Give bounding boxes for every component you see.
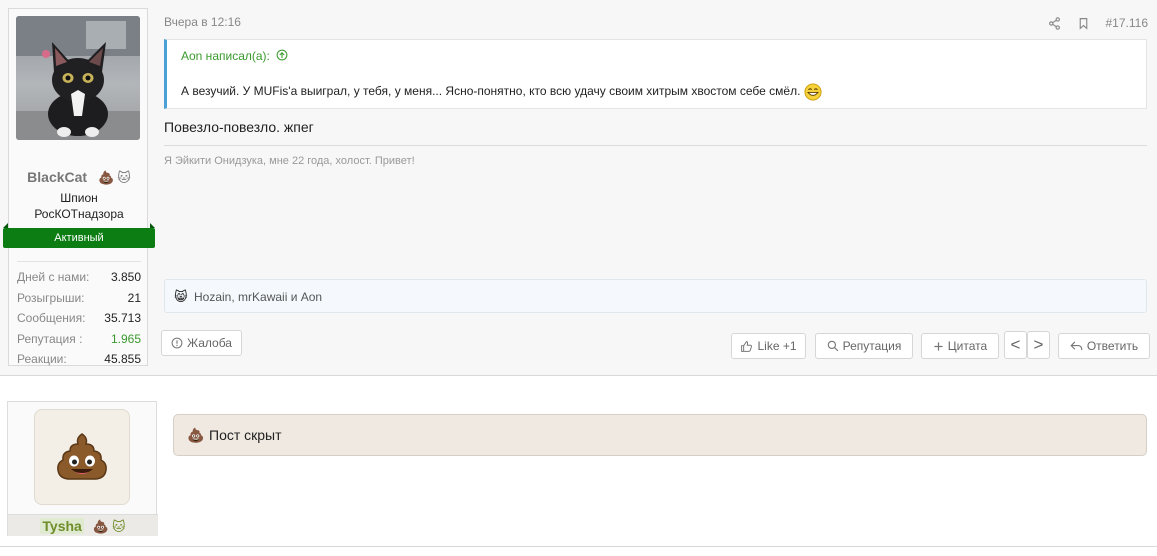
avatar[interactable] bbox=[16, 16, 140, 140]
bookmark-icon[interactable] bbox=[1077, 17, 1090, 30]
like-button[interactable]: Like +1 bbox=[731, 333, 806, 359]
post-number[interactable]: #17.116 bbox=[1106, 16, 1149, 30]
reply-button[interactable]: Ответить bbox=[1058, 333, 1150, 359]
quote-author: Aon написал(а): bbox=[181, 49, 270, 63]
laughing-smiley-icon bbox=[804, 83, 822, 101]
avatar-2[interactable] bbox=[34, 409, 130, 505]
like-label: Like +1 bbox=[757, 339, 797, 353]
report-button[interactable]: Жалоба bbox=[161, 330, 242, 356]
reply-label: Ответить bbox=[1086, 339, 1139, 353]
active-banner: Активный bbox=[3, 223, 155, 248]
stat-reactions: Реакции: 45.855 bbox=[17, 352, 141, 366]
chevron-left-icon: < bbox=[1010, 335, 1021, 354]
reactions-bar[interactable]: 😸 Hozain, mrKawaii и Aon bbox=[164, 279, 1147, 313]
username[interactable]: BlackCat 💩 🐱 bbox=[9, 169, 149, 186]
stat-messages: Сообщения: 35.713 bbox=[17, 311, 141, 325]
quote-block: Aon написал(а): А везучий. У MUFis'а выи… bbox=[164, 39, 1147, 109]
reputation-label: Репутация bbox=[842, 339, 902, 353]
post-hidden: Tysha 💩 🐱 💩 Пост скрыт bbox=[0, 377, 1157, 547]
hidden-post-notice[interactable]: 💩 Пост скрыт bbox=[173, 414, 1147, 456]
message-body: Вчера в 12:16 #17.116 Aon написал(а): А … bbox=[164, 0, 1148, 376]
user-stats: Дней с нами: 3.850 Розыгрыши: 21 Сообщения… bbox=[17, 261, 141, 370]
stat-reputation: Репутация :1.965 bbox=[17, 331, 141, 346]
quote-author-link[interactable]: Aon написал(а): bbox=[181, 49, 288, 63]
quote-text: А везучий. У MUFis'а выиграл, у тебя, у … bbox=[181, 84, 801, 99]
chevron-right-icon: > bbox=[1033, 335, 1044, 354]
post-content: Повезло-повезло. жпег bbox=[164, 119, 314, 135]
username-text: BlackCat bbox=[27, 169, 88, 185]
reply-arrow-icon bbox=[1070, 341, 1083, 351]
poop-emoji-icon bbox=[57, 433, 107, 480]
poop-badge-icon: 💩 bbox=[92, 519, 110, 535]
quote-text-line: А везучий. У MUFis'а выиграл, у тебя, у … bbox=[181, 83, 822, 101]
username-2-text: Tysha bbox=[40, 518, 84, 534]
user-title-line2: РосКОТнадзора bbox=[34, 207, 124, 221]
thumbs-up-icon bbox=[741, 340, 753, 352]
user-title-line1: Шпион bbox=[60, 191, 98, 205]
stat-days: Дней с нами: 3.850 bbox=[17, 270, 141, 284]
search-icon bbox=[827, 340, 838, 352]
cat-avatar-image bbox=[16, 16, 140, 140]
signature: Я Эйкити Онидзука, мне 22 года, холост. … bbox=[164, 145, 1147, 167]
post-17116: BlackCat 💩 🐱 Шпион РосКОТнадзора Активный … bbox=[0, 0, 1157, 376]
hidden-post-text: Пост скрыт bbox=[209, 427, 282, 443]
signature-text: Я Эйкити Онидзука, мне 22 года, холост. … bbox=[164, 155, 415, 167]
arrow-up-circle-icon[interactable] bbox=[276, 49, 288, 63]
reaction-users[interactable]: Hozain, mrKawaii и Aon bbox=[194, 290, 322, 304]
report-label: Жалоба bbox=[187, 336, 232, 350]
next-button[interactable]: > bbox=[1027, 331, 1050, 359]
cat-badge-icon: 🐱 bbox=[112, 519, 126, 535]
post-meta-actions: #17.116 bbox=[1048, 16, 1149, 30]
plus-icon bbox=[934, 341, 943, 351]
cat-reaction-icon: 😸 bbox=[174, 289, 188, 304]
quote-button[interactable]: Цитата bbox=[921, 333, 999, 359]
cat-badge-icon: 🐱 bbox=[117, 170, 131, 186]
username-2[interactable]: Tysha 💩 🐱 bbox=[8, 514, 158, 536]
post-date[interactable]: Вчера в 12:16 bbox=[164, 15, 241, 29]
alert-circle-icon bbox=[171, 337, 183, 349]
quote-label: Цитата bbox=[947, 339, 988, 353]
reputation-button[interactable]: Репутация bbox=[815, 333, 913, 359]
prev-button[interactable]: < bbox=[1004, 331, 1027, 359]
poop-icon: 💩 bbox=[187, 427, 205, 443]
user-card-2: Tysha 💩 🐱 bbox=[7, 401, 158, 536]
poop-badge-icon: 💩 bbox=[98, 170, 115, 186]
share-icon[interactable] bbox=[1048, 16, 1061, 30]
stat-giveaways: Розыгрыши: 21 bbox=[17, 290, 141, 305]
user-title: Шпион РосКОТнадзора bbox=[9, 190, 149, 222]
user-card: BlackCat 💩 🐱 Шпион РосКОТнадзора Активный … bbox=[3, 8, 155, 366]
